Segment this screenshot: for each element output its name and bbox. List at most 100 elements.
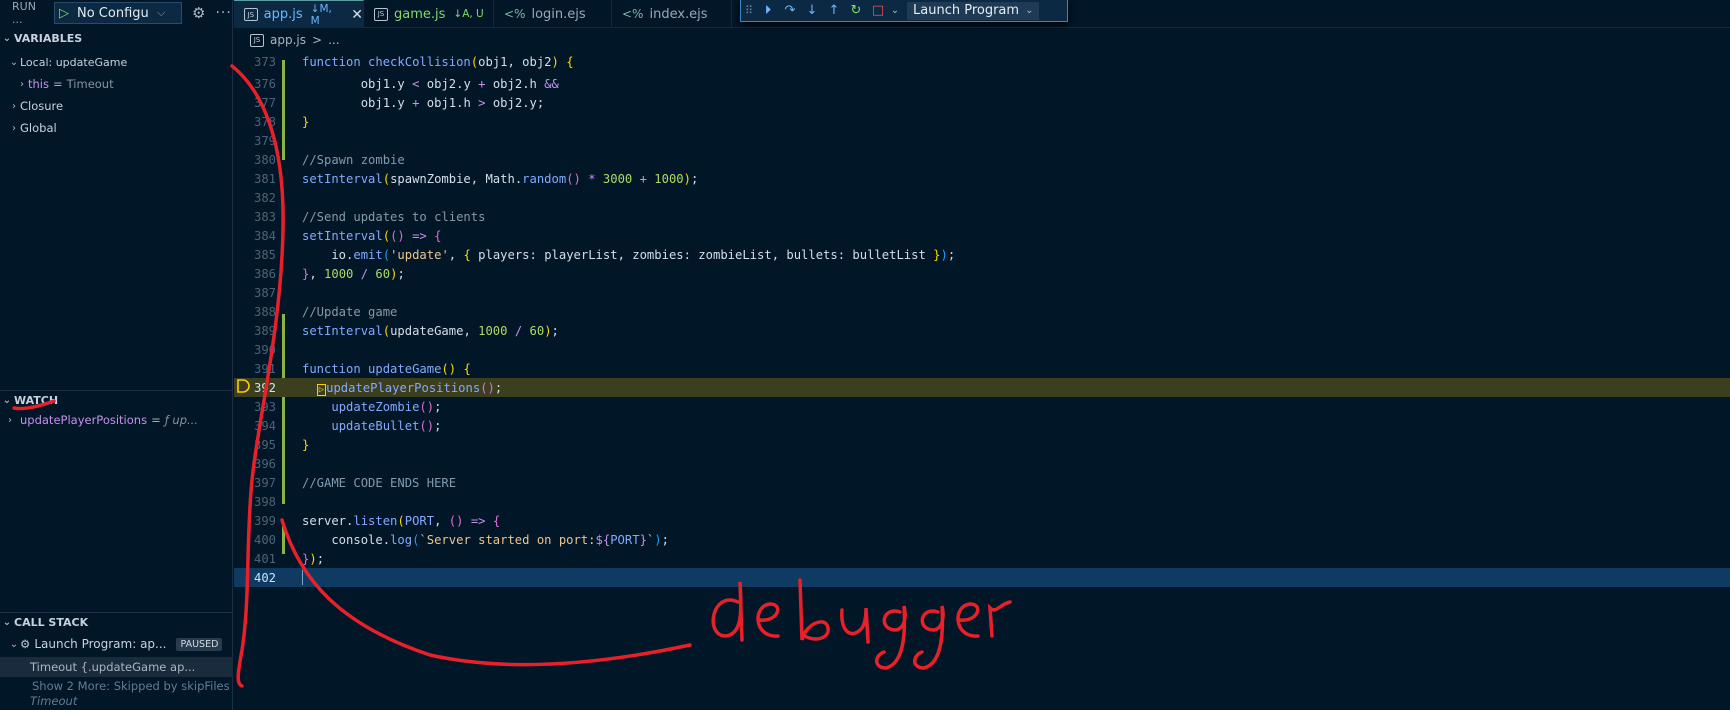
chevron-right-icon: › — [8, 414, 12, 426]
line-number: 379 — [253, 133, 276, 148]
code-line: 386}, 1000 / 60); — [234, 264, 1730, 283]
step-out-icon[interactable]: ↑ — [823, 3, 845, 18]
close-icon[interactable]: ✕ — [351, 7, 363, 23]
tab-status: ↓M, M — [310, 2, 332, 27]
tab-label: login.ejs — [531, 6, 586, 22]
tab-label: app.js — [263, 7, 303, 22]
line-number: 399 — [253, 513, 276, 528]
launch-config-dropdown[interactable]: ▷ No Configu ⌵ — [54, 2, 182, 24]
line-number: 390 — [253, 342, 276, 357]
scope-local-label: Local: updateGame — [20, 55, 128, 69]
line-number: 394 — [253, 418, 276, 433]
code-line: 394 updateBullet(); — [234, 416, 1730, 435]
line-number: 400 — [253, 532, 276, 547]
tab-app-js[interactable]: JS app.js ↓M, M ✕ — [234, 0, 364, 28]
line-number: 391 — [253, 361, 276, 376]
code-line: 398 — [234, 492, 1730, 511]
line-number: 376 — [253, 76, 276, 91]
line-number: 378 — [253, 114, 276, 129]
step-over-icon[interactable]: ↷ — [779, 3, 801, 18]
drag-handle-icon[interactable]: ⠿ — [741, 4, 757, 17]
cursor-line: 402 — [234, 568, 1730, 587]
scope-global[interactable]: › Global — [0, 118, 233, 138]
scope-local[interactable]: ⌄ Local: updateGame — [0, 52, 233, 72]
tab-index-ejs[interactable]: <% index.ejs — [612, 0, 732, 28]
gear-icon[interactable]: ⚙ — [192, 4, 205, 22]
launch-program-select[interactable]: Launch Program ⌄ — [907, 1, 1040, 20]
ejs-file-icon: <% — [504, 7, 526, 21]
step-into-icon[interactable]: ↓ — [801, 3, 823, 18]
chevron-down-icon: ⌄ — [1025, 5, 1034, 16]
variable-this[interactable]: › this = Timeout — [0, 74, 233, 94]
line-number: 402 — [253, 570, 276, 585]
variable-name: this — [28, 77, 49, 91]
more-actions-icon[interactable]: ··· — [215, 5, 231, 21]
line-number: 373 — [253, 54, 276, 69]
restart-icon[interactable]: ↻ — [845, 3, 867, 18]
line-number: 386 — [253, 266, 276, 281]
js-file-icon: JS — [244, 8, 258, 21]
code-line: 382 — [234, 188, 1730, 207]
code-line: 396 — [234, 454, 1730, 473]
line-number: 383 — [253, 209, 276, 224]
code-editor[interactable]: 373 function checkCollision(obj1, obj2) {… — [234, 50, 1730, 710]
chevron-right-icon: › — [12, 122, 16, 134]
debug-session-icon: ⚙ — [20, 637, 31, 651]
timeout-frame[interactable]: Timeout — [0, 692, 233, 710]
chevron-down-icon: ⌄ — [9, 56, 19, 68]
chevron-down-icon[interactable]: ⌵ — [157, 6, 165, 20]
code-line: 378} — [234, 112, 1730, 131]
chevron-down-icon: ⌄ — [2, 395, 12, 406]
line-number: 389 — [253, 323, 276, 338]
code-line: 379 — [234, 131, 1730, 150]
variables-section-header[interactable]: ⌄ VARIABLES — [0, 28, 233, 48]
line-number: 388 — [253, 304, 276, 319]
callstack-title: CALL STACK — [14, 616, 89, 629]
callstack-section-header[interactable]: ⌄ CALL STACK — [0, 612, 233, 632]
debug-sidebar: RUN ... ▷ No Configu ⌵ ⚙ ··· ⌄ VARIABLES… — [0, 0, 233, 710]
code-line: 376 obj1.y < obj2.y + obj2.h && — [234, 74, 1730, 93]
line-number: 382 — [253, 190, 276, 205]
current-execution-line: 392 ▷ updatePlayerPositions(); — [234, 378, 1730, 397]
debug-toolbar: ⠿ ⏵ ↷ ↓ ↑ ↻ □ ⌄ Launch Program ⌄ — [740, 0, 1068, 22]
callstack-frame[interactable]: Timeout {.updateGame ap... — [0, 657, 233, 677]
callstack-session[interactable]: ⌄ ⚙ Launch Program: ap... PAUSED — [0, 634, 233, 654]
code-line: 389 setInterval(updateGame, 1000 / 60); — [234, 321, 1730, 340]
tab-label: index.ejs — [649, 6, 708, 22]
stop-icon[interactable]: □ — [867, 3, 889, 18]
inline-breakpoint-icon[interactable]: ▷ — [316, 383, 327, 396]
config-label: No Configu — [77, 5, 149, 21]
breadcrumb: JS app.js > ... — [234, 30, 340, 50]
code-line: 381 setInterval(spawnZombie, Math.random(… — [234, 169, 1730, 188]
continue-icon[interactable]: ⏵ — [757, 3, 779, 18]
line-number: 387 — [253, 285, 276, 300]
watch-expression[interactable]: › updatePlayerPositions = ƒ up... — [0, 410, 233, 430]
text-cursor — [302, 570, 303, 585]
line-number: 393 — [253, 399, 276, 414]
chevron-down-icon[interactable]: ⌄ — [889, 5, 901, 16]
line-number: 380 — [253, 152, 276, 167]
line-number: 392 — [253, 380, 276, 395]
tab-login-ejs[interactable]: <% login.ejs — [494, 0, 612, 28]
breadcrumb-more[interactable]: ... — [328, 33, 339, 47]
start-debugging-icon[interactable]: ▷ — [55, 2, 73, 24]
watch-expression-value: ƒ up... — [164, 413, 198, 427]
tab-game-js[interactable]: JS game.js ↓A, U — [364, 0, 494, 28]
breadcrumb-separator: > — [312, 33, 323, 47]
code-line: 383//Send updates to clients — [234, 207, 1730, 226]
code-line: 399 server.listen(PORT, () => { — [234, 511, 1730, 530]
tab-status: ↓A, U — [453, 8, 484, 20]
scope-closure-label: Closure — [20, 99, 64, 113]
frame-label: Timeout {.updateGame ap... — [30, 660, 196, 674]
code-line: 384 setInterval(() => { — [234, 226, 1730, 245]
variable-value: Timeout — [66, 77, 114, 91]
watch-title: WATCH — [14, 394, 59, 407]
line-number: 385 — [253, 247, 276, 262]
code-line: 397//GAME CODE ENDS HERE — [234, 473, 1730, 492]
line-number: 401 — [253, 551, 276, 566]
scope-closure[interactable]: › Closure — [0, 96, 233, 116]
breadcrumb-file[interactable]: app.js — [270, 33, 306, 47]
timeout-label: Timeout — [30, 694, 78, 708]
watch-section-header[interactable]: ⌄ WATCH — [0, 390, 233, 410]
chevron-right-icon: › — [20, 78, 24, 90]
